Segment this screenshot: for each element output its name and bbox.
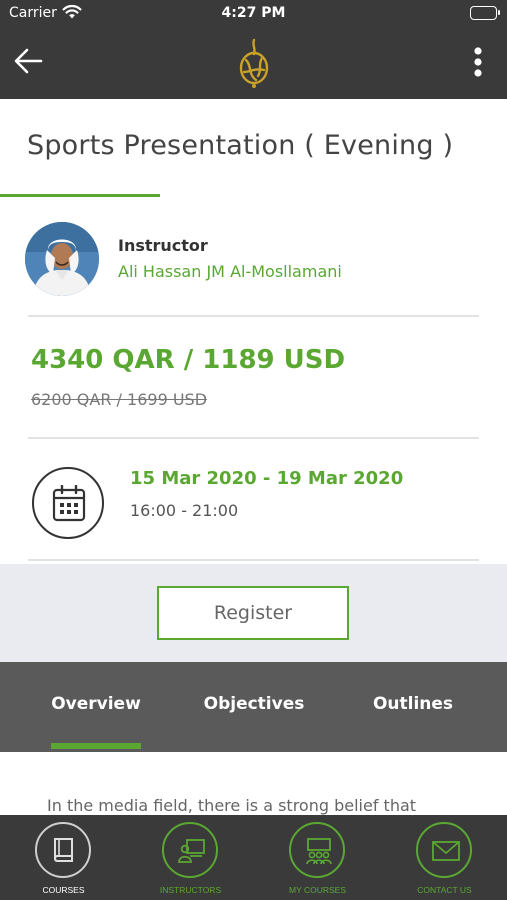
instructor-avatar[interactable] [25, 222, 99, 296]
bottom-nav-instructors-label: INSTRUCTORS [159, 885, 222, 895]
tab-overview[interactable]: Overview [51, 694, 141, 714]
divider [28, 315, 479, 317]
arrow-left-icon[interactable] [12, 44, 46, 78]
more-vertical-icon[interactable] [467, 46, 489, 80]
tab-bar: Overview Objectives Outlines [0, 662, 507, 752]
active-tab-indicator [51, 743, 141, 749]
course-title: Sports Presentation ( Evening ) [27, 130, 454, 161]
overview-text: In the media field, there is a strong be… [47, 796, 417, 815]
presenter-icon [162, 822, 218, 878]
nav-bar [0, 28, 507, 99]
original-price: 6200 QAR / 1699 USD [31, 390, 208, 409]
bottom-nav-contact-us[interactable]: CONTACT US [381, 815, 507, 900]
bottom-nav-my-courses-label: MY COURSES [289, 885, 346, 895]
mail-icon [416, 822, 472, 878]
bottom-nav: COURSES INSTRUCTORS MY COURSES CONTACT U… [0, 815, 507, 900]
classroom-icon [289, 822, 345, 878]
bottom-nav-contact-us-label: CONTACT US [417, 885, 472, 895]
instructor-name-link[interactable]: Ali Hassan JM Al-Mosllamani [118, 262, 342, 281]
bottom-nav-my-courses[interactable]: MY COURSES [254, 815, 381, 900]
title-underline [0, 194, 160, 197]
bottom-nav-courses-label: COURSES [42, 885, 85, 895]
divider [28, 437, 479, 439]
clock: 4:27 PM [221, 5, 286, 21]
bottom-nav-courses[interactable]: COURSES [0, 815, 127, 900]
calendar-icon [32, 467, 104, 539]
register-button[interactable]: Register [157, 586, 349, 640]
tab-objectives[interactable]: Objectives [196, 694, 312, 714]
tab-outlines[interactable]: Outlines [365, 694, 461, 714]
bottom-nav-instructors[interactable]: INSTRUCTORS [127, 815, 254, 900]
instructor-label: Instructor [118, 236, 208, 255]
course-dates: 15 Mar 2020 - 19 Mar 2020 [130, 468, 404, 489]
register-section: Register [0, 564, 507, 662]
status-bar: Carrier 4:27 PM [0, 0, 507, 28]
divider [28, 559, 479, 561]
course-price: 4340 QAR / 1189 USD [31, 345, 346, 375]
aljazeera-logo-icon [232, 36, 276, 90]
book-icon [35, 822, 91, 878]
course-hours: 16:00 - 21:00 [130, 501, 239, 520]
battery-icon [470, 6, 500, 20]
